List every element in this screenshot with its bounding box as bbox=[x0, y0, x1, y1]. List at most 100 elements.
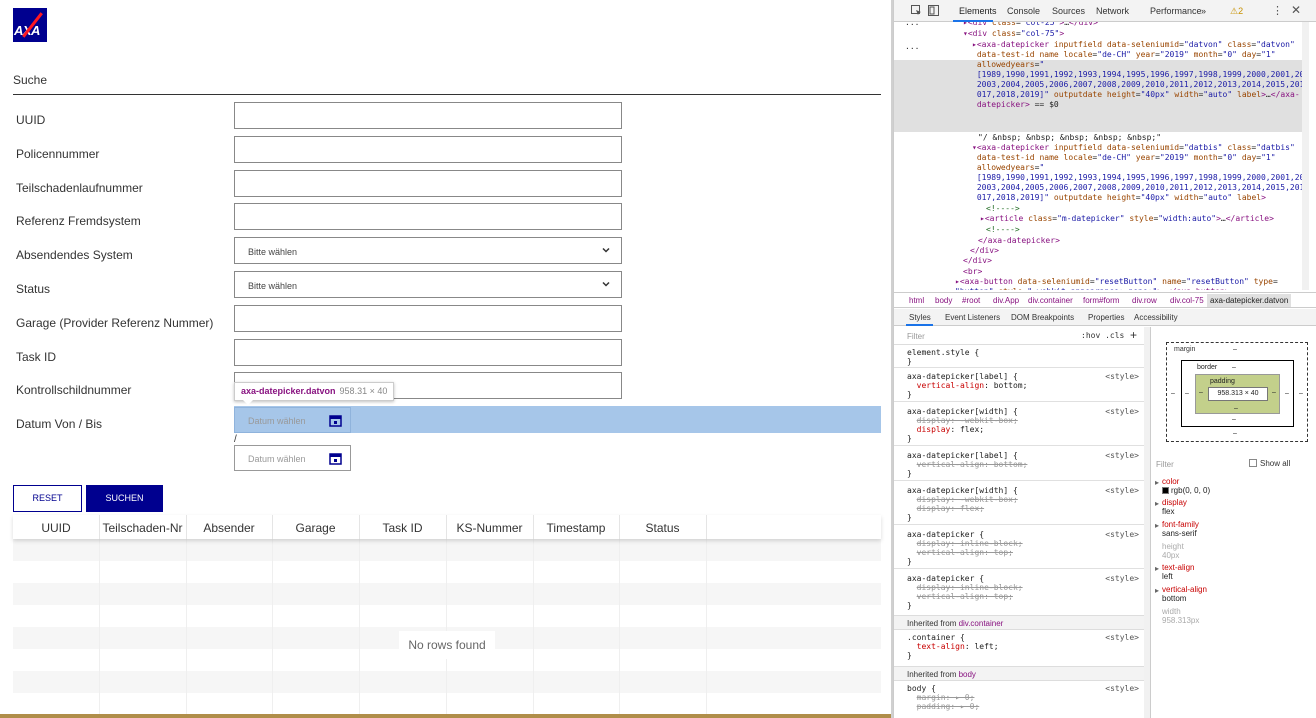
status-label: Status bbox=[16, 282, 51, 296]
column-header-status[interactable]: Status bbox=[619, 515, 706, 539]
chevron-down-icon bbox=[602, 281, 610, 287]
style-rule[interactable]: axa-datepicker {<style> display: inline-… bbox=[907, 574, 1145, 610]
dom-node[interactable]: ... bbox=[905, 22, 919, 28]
breadcrumb-item[interactable]: div.container bbox=[1028, 296, 1073, 305]
dom-node[interactable]: ▸<article class="m-datepicker" style="wi… bbox=[980, 214, 1274, 224]
tab-performance[interactable]: Performance bbox=[1150, 6, 1202, 16]
tab-network[interactable]: Network bbox=[1096, 6, 1129, 16]
column-header-timestamp[interactable]: Timestamp bbox=[533, 515, 619, 539]
styles-filter-input[interactable]: Filter bbox=[907, 332, 925, 341]
dom-scrollbar[interactable] bbox=[1302, 22, 1309, 290]
warning-counter[interactable]: ⚠2 bbox=[1230, 6, 1243, 17]
close-icon[interactable]: ✕ bbox=[1291, 3, 1301, 17]
expand-arrow-icon[interactable]: ▸ bbox=[1155, 586, 1159, 595]
breadcrumb-item[interactable]: #root bbox=[962, 296, 980, 305]
breadcrumb-item[interactable]: div.App bbox=[993, 296, 1019, 305]
column-header-teilschaden-nr[interactable]: Teilschaden-Nr bbox=[99, 515, 186, 539]
subtab-dom-breakpoints[interactable]: DOM Breakpoints bbox=[1011, 313, 1074, 322]
dom-node-selected[interactable]: ▸<axa-datepicker inputfield data-seleniu… bbox=[972, 40, 1309, 110]
box-model-value: – bbox=[1185, 390, 1189, 397]
box-model-value: – bbox=[1285, 390, 1289, 397]
dom-node[interactable]: </axa-datepicker> bbox=[978, 236, 1060, 246]
axa-logo[interactable]: AXA bbox=[13, 8, 47, 42]
dom-text-node[interactable]: "/ &nbsp; &nbsp; &nbsp; &nbsp; &nbsp;" bbox=[978, 133, 1161, 143]
dom-node[interactable]: ▸<div class="col-25">…</div> bbox=[963, 22, 1098, 28]
garage-input[interactable] bbox=[234, 305, 622, 332]
box-model-content: 958.313 × 40 bbox=[1208, 387, 1268, 401]
dom-node[interactable]: <br> bbox=[963, 267, 982, 277]
search-button[interactable]: SUCHEN bbox=[86, 485, 163, 512]
column-divider bbox=[186, 539, 187, 715]
column-header-ks-nummer[interactable]: KS-Nummer bbox=[446, 515, 533, 539]
dom-node[interactable]: ▾<axa-datepicker inputfield data-seleniu… bbox=[972, 143, 1309, 203]
breadcrumb-item[interactable]: div.col-75 bbox=[1170, 296, 1204, 305]
breadcrumb-item-active[interactable]: axa-datepicker.datvon bbox=[1207, 294, 1292, 307]
absendendes-system-select[interactable]: Bitte wählen bbox=[234, 237, 622, 264]
hov-cls-toggle[interactable]: :hov .cls bbox=[1081, 331, 1124, 340]
dom-node[interactable]: ... bbox=[905, 42, 919, 52]
dom-node[interactable]: ▾<div class="col-75"> bbox=[963, 29, 1064, 39]
date-from-picker[interactable]: Datum wählen bbox=[234, 407, 351, 433]
referenz-fremdsystem-input[interactable] bbox=[234, 203, 622, 230]
subtab-styles[interactable]: Styles bbox=[909, 313, 931, 322]
policennummer-input[interactable] bbox=[234, 136, 622, 163]
style-rule[interactable]: element.style { } bbox=[907, 348, 1145, 366]
computed-filter-input[interactable]: Filter bbox=[1156, 460, 1174, 469]
date-to-placeholder: Datum wählen bbox=[248, 454, 306, 464]
inspect-element-icon[interactable] bbox=[911, 5, 922, 16]
subtab-properties[interactable]: Properties bbox=[1088, 313, 1124, 322]
style-rule[interactable]: axa-datepicker[width] {<style> display: … bbox=[907, 407, 1145, 443]
date-to-picker[interactable]: Datum wählen bbox=[234, 445, 351, 471]
tab-console[interactable]: Console bbox=[1007, 6, 1040, 16]
uuid-input[interactable] bbox=[234, 102, 622, 129]
breadcrumb-item[interactable]: body bbox=[935, 296, 952, 305]
color-swatch[interactable] bbox=[1162, 487, 1169, 494]
tooltip-element-name: axa-datepicker.datvon bbox=[241, 386, 336, 396]
teilschadenlaufnummer-input[interactable] bbox=[234, 170, 622, 197]
box-model-value: – bbox=[1232, 364, 1236, 371]
tab-elements[interactable]: Elements bbox=[959, 6, 997, 16]
show-all-checkbox[interactable]: Show all bbox=[1249, 459, 1290, 468]
style-rule[interactable]: body {<style> margin: ▸ 0; padding: ▸ 0; bbox=[907, 684, 1145, 711]
expand-arrow-icon[interactable]: ▸ bbox=[1155, 521, 1159, 530]
header-divider bbox=[706, 515, 707, 539]
dom-node[interactable]: </div> bbox=[970, 246, 999, 256]
dom-comment[interactable]: <!----> bbox=[986, 204, 1020, 214]
breadcrumb-item[interactable]: html bbox=[909, 296, 924, 305]
device-toolbar-icon[interactable] bbox=[928, 5, 939, 16]
subtab-event-listeners[interactable]: Event Listeners bbox=[945, 313, 1000, 322]
rule-divider bbox=[894, 367, 1144, 368]
breadcrumb-item[interactable]: div.row bbox=[1132, 296, 1157, 305]
new-rule-icon[interactable]: + bbox=[1130, 328, 1137, 342]
tab-sources[interactable]: Sources bbox=[1052, 6, 1085, 16]
column-header-task-id[interactable]: Task ID bbox=[359, 515, 446, 539]
show-all-label: Show all bbox=[1260, 459, 1291, 468]
expand-arrow-icon[interactable]: ▸ bbox=[1155, 499, 1159, 508]
status-select[interactable]: Bitte wählen bbox=[234, 271, 622, 298]
column-header-uuid[interactable]: UUID bbox=[13, 515, 99, 539]
style-rule[interactable]: axa-datepicker[label] {<style> vertical-… bbox=[907, 372, 1145, 399]
reset-button[interactable]: RESET bbox=[13, 485, 82, 512]
dom-node[interactable]: </div> bbox=[963, 256, 992, 266]
expand-arrow-icon[interactable]: ▸ bbox=[1155, 564, 1159, 573]
box-model-value: – bbox=[1233, 346, 1237, 353]
subtab-accessibility[interactable]: Accessibility bbox=[1134, 313, 1178, 322]
breadcrumb-item[interactable]: form#form bbox=[1083, 296, 1119, 305]
date-separator: / bbox=[234, 434, 237, 445]
kebab-menu-icon[interactable]: ⋮ bbox=[1272, 4, 1283, 17]
column-header-garage[interactable]: Garage bbox=[272, 515, 359, 539]
style-rule[interactable]: .container {<style> text-align: left; } bbox=[907, 633, 1145, 660]
task-id-input[interactable] bbox=[234, 339, 622, 366]
box-model-value: – bbox=[1199, 389, 1203, 396]
style-rule[interactable]: axa-datepicker[width] {<style> display: … bbox=[907, 486, 1145, 522]
column-header-absender[interactable]: Absender bbox=[186, 515, 272, 539]
style-rule[interactable]: axa-datepicker {<style> display: inline-… bbox=[907, 530, 1145, 566]
expand-arrow-icon[interactable]: ▸ bbox=[1155, 478, 1159, 487]
more-tabs-button[interactable]: » bbox=[1201, 6, 1206, 16]
dom-comment[interactable]: <!----> bbox=[986, 225, 1020, 235]
column-divider bbox=[619, 539, 620, 715]
dom-node[interactable]: ▸<axa-button data-seleniumid="resetButto… bbox=[955, 277, 1278, 290]
box-model-padding-label: padding bbox=[1210, 378, 1235, 385]
style-rule[interactable]: axa-datepicker[label] {<style> vertical-… bbox=[907, 451, 1145, 478]
styles-scrollbar[interactable] bbox=[1144, 327, 1150, 718]
